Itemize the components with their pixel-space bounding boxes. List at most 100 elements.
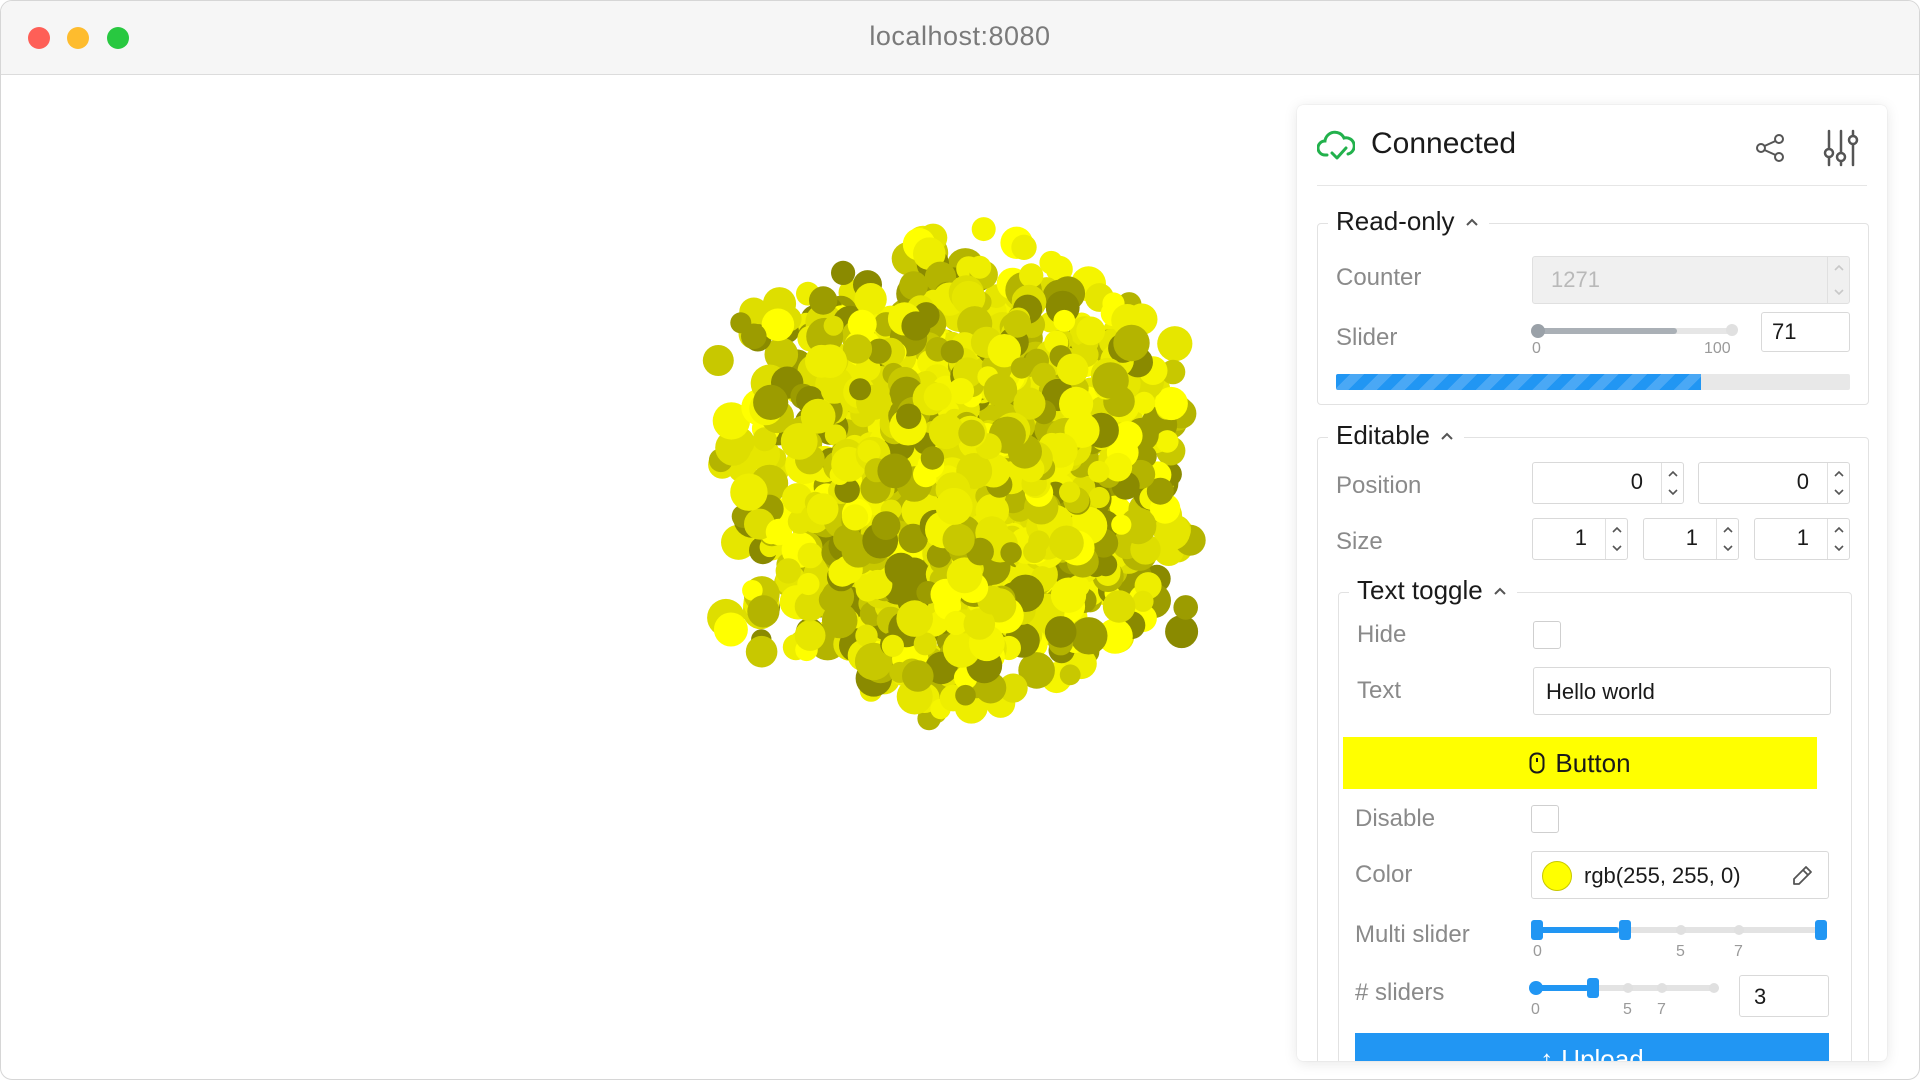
text-input[interactable]: Hello world (1533, 667, 1831, 715)
settings-sliders-icon[interactable] (1823, 129, 1859, 167)
size-x-field[interactable]: 1 (1532, 518, 1628, 560)
size-z-value: 1 (1796, 525, 1809, 550)
share-icon[interactable] (1755, 133, 1785, 163)
browser-window: localhost:8080 Connected Read-only Count… (0, 0, 1920, 1080)
color-input[interactable]: rgb(255, 255, 0) (1531, 851, 1829, 899)
size-z-spinner[interactable] (1827, 519, 1849, 559)
cloud-point (1092, 362, 1129, 399)
hide-checkbox[interactable] (1533, 621, 1561, 649)
slider-min-knob (1531, 324, 1545, 338)
spin-down-icon (1723, 545, 1733, 552)
gui-panel: Connected Read-only Counter 1271 Slider … (1297, 105, 1887, 1061)
cloud-point (747, 595, 780, 628)
toggle-button-label: Button (1555, 747, 1631, 778)
position-x-spinner[interactable] (1661, 463, 1683, 503)
readonly-group-title[interactable]: Read-only (1328, 206, 1489, 237)
size-x-spinner[interactable] (1605, 519, 1627, 559)
cloud-point (775, 558, 801, 584)
progress-bar (1336, 374, 1850, 390)
multi-slider-handle-2[interactable] (1619, 920, 1631, 940)
spin-down-icon (1834, 289, 1844, 296)
sliders-count-field[interactable]: 3 (1739, 975, 1829, 1017)
cloud-point (741, 323, 767, 350)
cloud-point (968, 255, 992, 279)
cloud-point (1133, 391, 1156, 414)
cloud-point (935, 487, 973, 525)
slider-value-field: 71 (1761, 312, 1850, 352)
slider-label: Slider (1336, 324, 1398, 351)
cloud-point (1132, 590, 1154, 612)
multi-slider-handle-1[interactable] (1531, 920, 1543, 940)
eyedropper-icon[interactable] (1790, 864, 1814, 888)
sliders-count-slider[interactable]: 0 5 7 (1529, 977, 1719, 1018)
text-toggle-title-text: Text toggle (1357, 575, 1483, 605)
sliders-count-tick-0: 0 (1531, 1001, 1540, 1018)
multi-slider[interactable]: 0 5 7 (1531, 919, 1827, 960)
spin-down-icon (1834, 489, 1844, 496)
cloud-point (1023, 540, 1047, 564)
sliders-count-tick-7: 7 (1657, 1001, 1666, 1018)
cloud-point (983, 373, 1018, 407)
mouse-icon (1529, 752, 1545, 774)
cloud-point (1039, 250, 1063, 275)
editable-group-title[interactable]: Editable (1328, 420, 1464, 451)
text-input-value: Hello world (1546, 679, 1655, 704)
position-y-field[interactable]: 0 (1698, 462, 1850, 504)
3d-viewport[interactable] (1, 75, 1297, 1079)
spin-down-icon (1668, 489, 1678, 496)
editable-title-text: Editable (1336, 420, 1430, 450)
cloud-point (753, 384, 789, 420)
position-x-value: 0 (1630, 469, 1643, 494)
text-toggle-title[interactable]: Text toggle (1349, 575, 1517, 606)
position-y-spinner[interactable] (1827, 463, 1849, 503)
cloud-point (955, 684, 976, 706)
upload-button-label: Upload (1561, 1043, 1644, 1062)
cloud-point (1053, 309, 1076, 332)
cloud-point (855, 577, 880, 602)
cloud-point (1010, 357, 1033, 379)
cloud-point (1157, 326, 1193, 362)
cloud-point (1088, 486, 1110, 509)
cloud-point (1011, 234, 1037, 260)
color-swatch[interactable] (1542, 861, 1572, 891)
slider-fill (1532, 328, 1677, 334)
position-label: Position (1336, 472, 1422, 499)
cloud-point (881, 634, 905, 658)
color-label: Color (1355, 861, 1413, 888)
cloud-point (1076, 316, 1106, 346)
sliders-count-handle[interactable] (1587, 978, 1599, 998)
cloud-point (1156, 430, 1179, 453)
cloud-point (1056, 353, 1089, 386)
counter-field: 1271 (1532, 256, 1850, 304)
sliders-count-start (1529, 981, 1543, 995)
size-label: Size (1336, 528, 1383, 555)
position-x-field[interactable]: 0 (1532, 462, 1684, 504)
hide-label: Hide (1357, 621, 1407, 648)
size-y-field[interactable]: 1 (1643, 518, 1739, 560)
sliders-count-stop (1657, 983, 1667, 993)
color-value: rgb(255, 255, 0) (1584, 863, 1741, 888)
size-z-field[interactable]: 1 (1754, 518, 1850, 560)
cloud-point (831, 260, 856, 285)
position-y-value: 0 (1796, 469, 1809, 494)
spin-up-icon (1834, 264, 1844, 271)
sliders-count-tick-5: 5 (1623, 1001, 1632, 1018)
cloud-point (713, 612, 748, 647)
page-url: localhost:8080 (869, 21, 1051, 51)
multi-slider-handle-3[interactable] (1815, 920, 1827, 940)
progress-fill (1336, 374, 1701, 390)
multi-slider-tick-0: 0 (1533, 943, 1542, 960)
sliders-count-value: 3 (1754, 984, 1767, 1009)
cloud-point (896, 600, 933, 637)
spin-up-icon (1834, 470, 1844, 477)
cloud-point (800, 398, 836, 434)
cloud-point (958, 419, 985, 447)
disable-checkbox[interactable] (1531, 805, 1559, 833)
spin-up-icon (1612, 526, 1622, 533)
spin-down-icon (1834, 545, 1844, 552)
upload-button[interactable]: ↑ Upload (1355, 1033, 1829, 1061)
toggle-button[interactable]: Button (1343, 737, 1817, 789)
size-y-spinner[interactable] (1716, 519, 1738, 559)
sliders-count-label: # sliders (1355, 979, 1445, 1006)
spin-up-icon (1723, 526, 1733, 533)
